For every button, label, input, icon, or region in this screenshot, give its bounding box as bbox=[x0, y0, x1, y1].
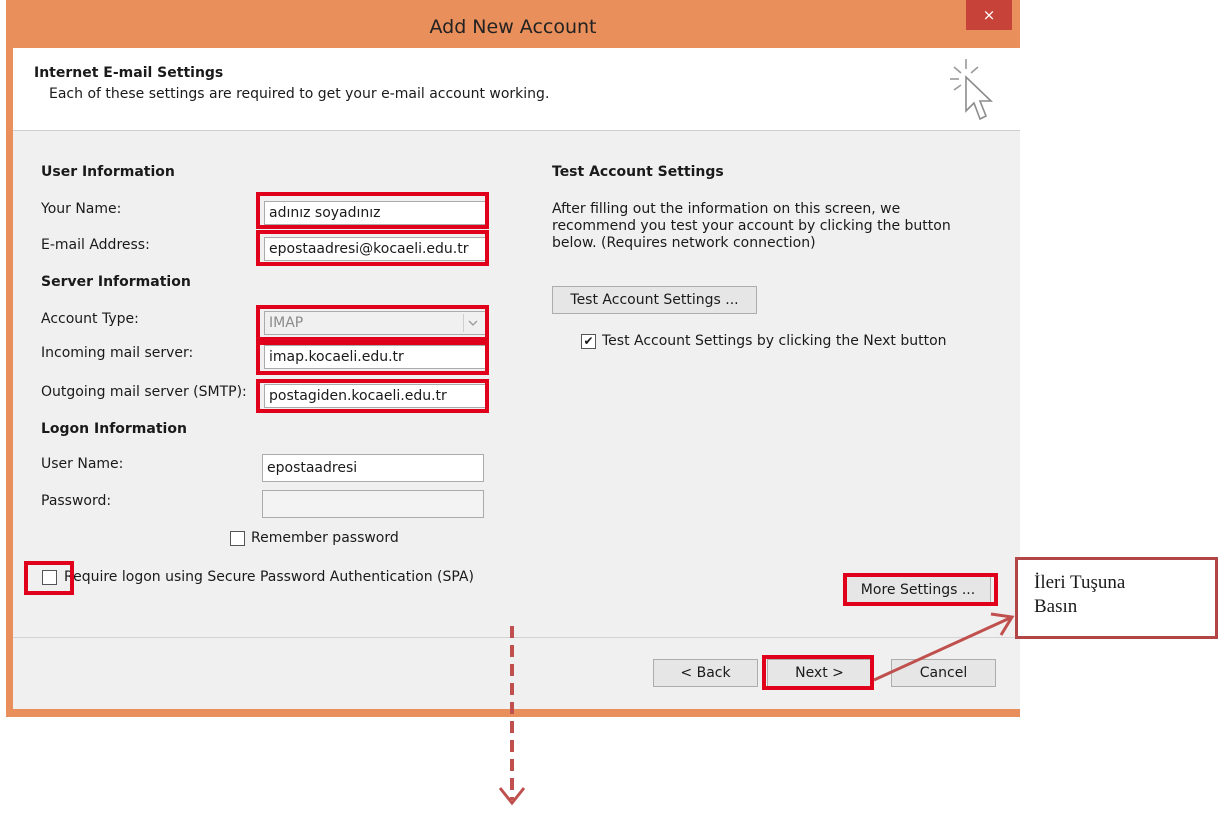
arrow-to-next-button bbox=[873, 616, 1011, 682]
callout-line-2: Basın bbox=[1034, 596, 1078, 617]
callout-line-1: İleri Tuşuna bbox=[1034, 572, 1126, 593]
annotation-arrows bbox=[498, 612, 1015, 806]
instruction-callout: İleri Tuşuna Basın bbox=[1015, 557, 1218, 639]
down-arrow-head-icon bbox=[498, 787, 526, 806]
